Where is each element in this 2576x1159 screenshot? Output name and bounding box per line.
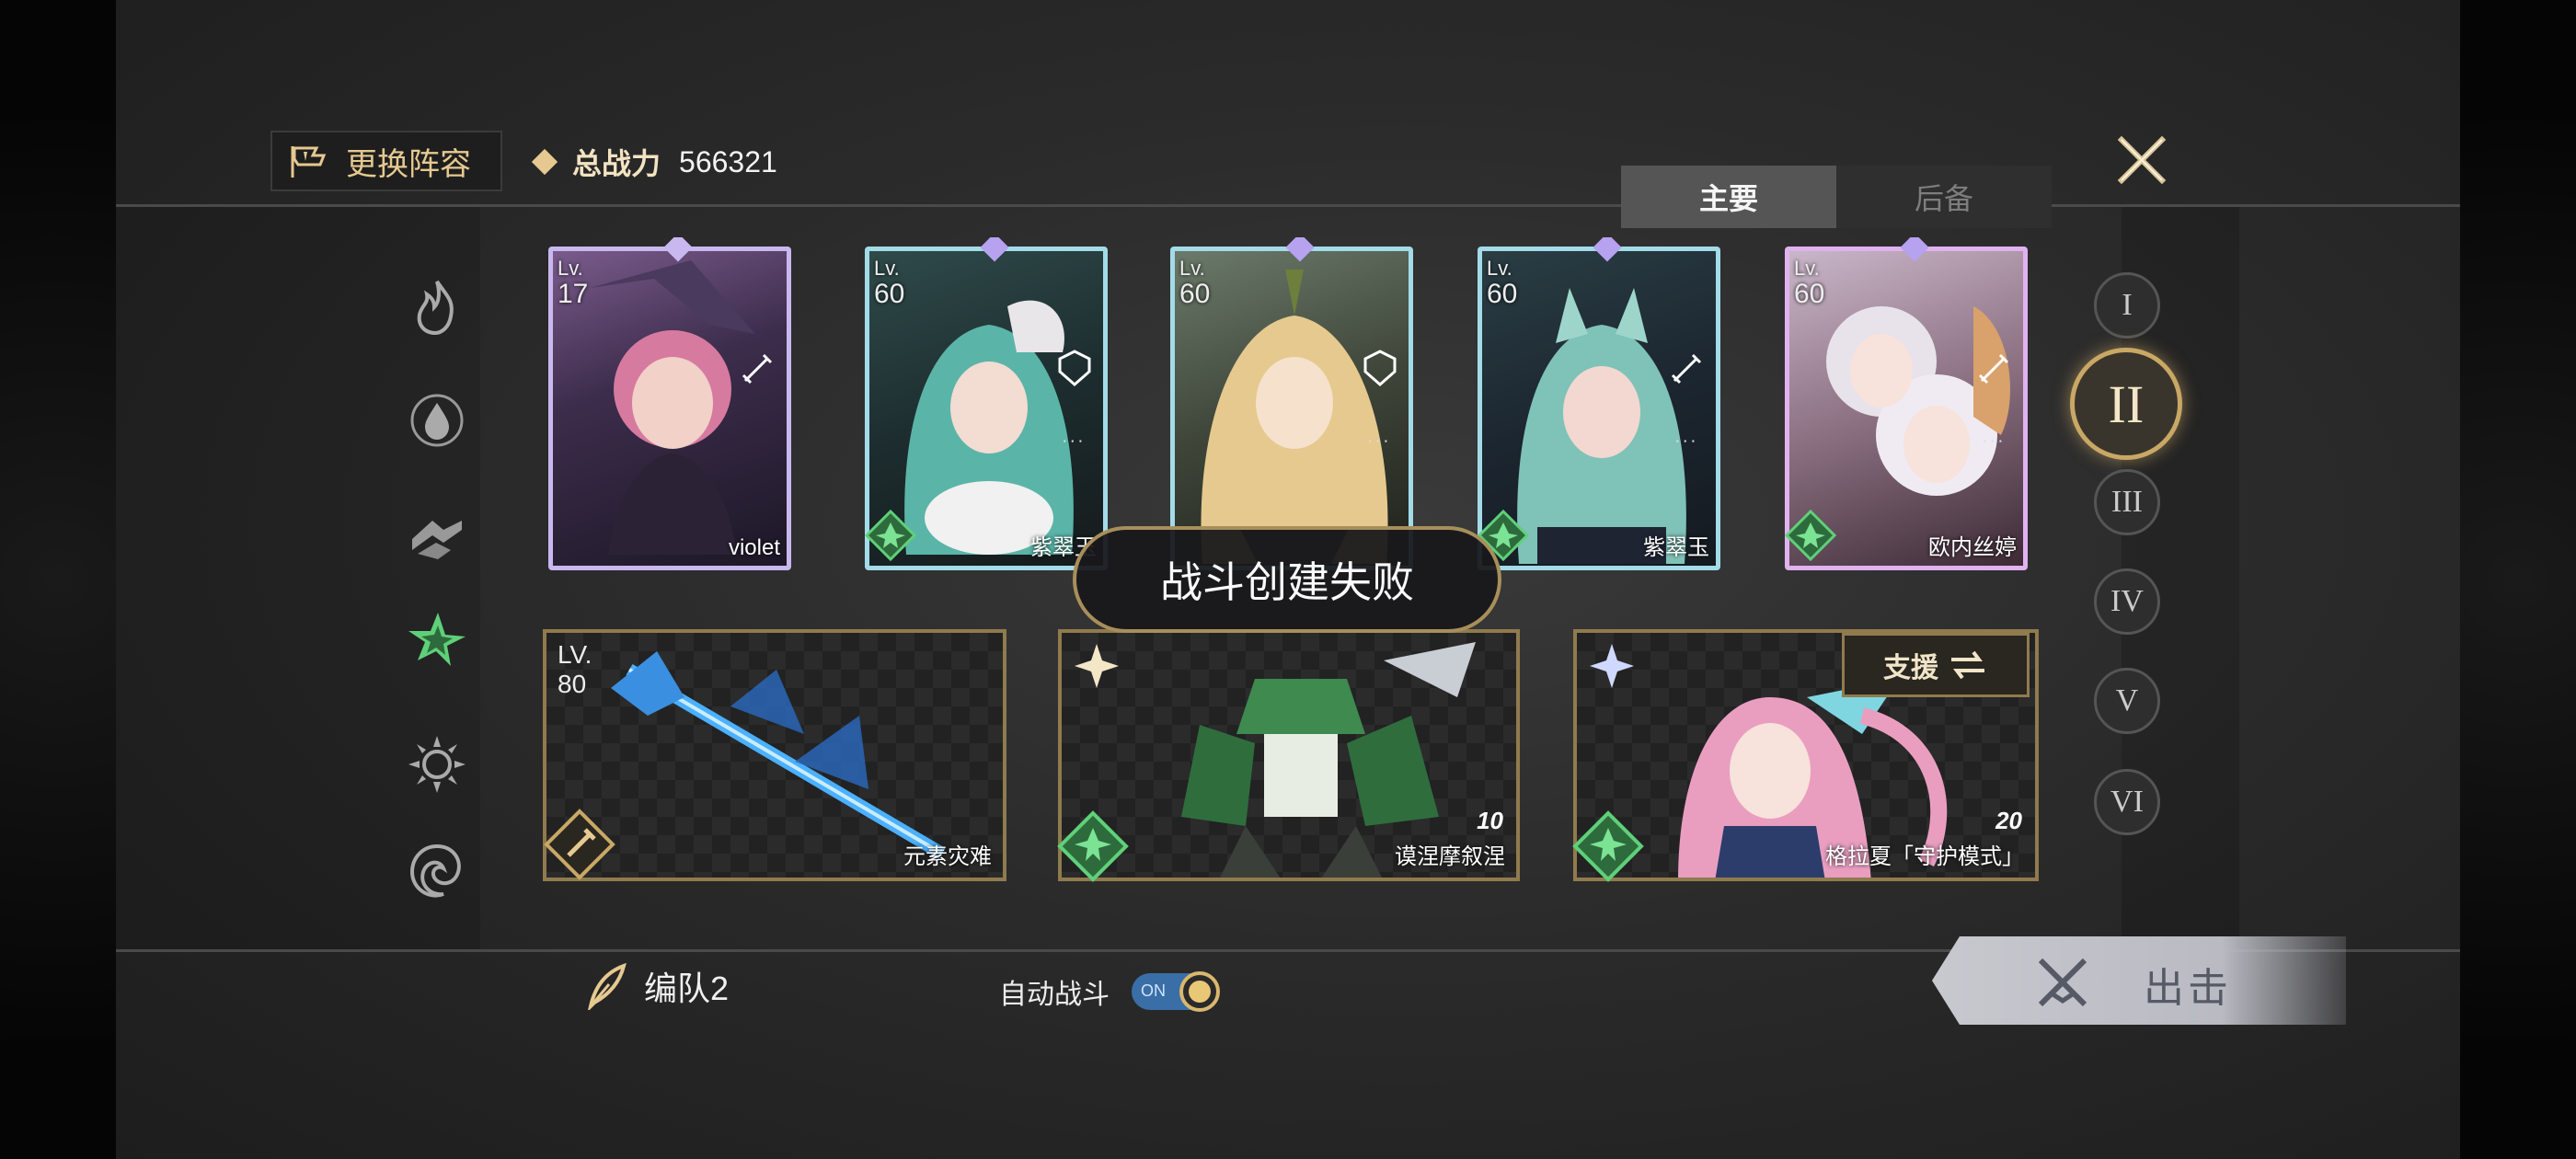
shield-icon (1058, 350, 1091, 386)
weapon-type-icon (544, 809, 615, 880)
level-value: 80 (558, 670, 587, 698)
crossed-swords-icon (2038, 958, 2087, 1007)
fire-icon (417, 280, 454, 336)
dark-icon (409, 843, 461, 898)
flag-icon (291, 146, 327, 178)
weapon-slot[interactable]: LV. 80 元素灾难 (537, 624, 1012, 887)
mech-name: 谟涅摩叙涅 (1395, 844, 1505, 869)
level-label: Lv. (558, 257, 583, 280)
sword-icon (1671, 353, 1702, 384)
wind-icon (1572, 810, 1644, 882)
change-team-label: 更换阵容 (346, 146, 471, 182)
toggle-state: ON (1141, 981, 1166, 1000)
diamond-icon (531, 148, 558, 176)
level-value: 60 (1794, 279, 1825, 309)
formation-tabs: 主要 后备 (1621, 166, 2052, 228)
quill-icon (588, 962, 627, 1010)
mech-slot[interactable]: 10 谟涅摩叙涅 (1052, 624, 1525, 887)
team-name-label: 编队2 (644, 970, 730, 1007)
character-card-1[interactable]: Lv. 17 violet (539, 237, 806, 580)
auto-battle: 自动战斗 ON (999, 971, 1220, 1012)
level-label: Lv. (1487, 257, 1512, 280)
tab-reserve[interactable]: 后备 (1836, 166, 2052, 228)
weapon-name: 元素灾难 (903, 844, 992, 869)
level-label: LV. (558, 640, 592, 669)
support-name: 格拉夏「守护模式」 (1825, 844, 2024, 869)
team-button-4[interactable]: IV (2094, 568, 2160, 635)
auto-battle-toggle[interactable]: ON (1132, 971, 1220, 1012)
character-card-2[interactable]: Lv. 60 ∙∙∙ 紫翠玉 (856, 237, 1122, 580)
wind-icon (864, 509, 917, 562)
character-level: Lv. 60 (1794, 256, 1825, 309)
wind-icon (1057, 810, 1129, 882)
element-dark[interactable] (405, 839, 469, 903)
character-level: Lv. 60 (1487, 256, 1518, 309)
element-water[interactable] (405, 388, 469, 453)
character-level: Lv. 60 (874, 256, 905, 309)
team-button-6[interactable]: VI (2094, 769, 2160, 835)
mech-count: 10 (1477, 807, 1503, 834)
light-icon (408, 736, 466, 793)
level-value: 17 (558, 279, 589, 309)
right-backdrop (2460, 0, 2576, 1159)
character-name: 欧内丝婷 (1928, 535, 2017, 560)
left-backdrop (0, 0, 116, 1159)
sword-icon (1978, 353, 2009, 384)
level-value: 60 (1179, 279, 1211, 309)
toast-message: 战斗创建失败 (1160, 558, 1414, 606)
toggle-knob (1179, 971, 1220, 1012)
star-icon (1590, 644, 1634, 688)
support-slot[interactable]: 支援 20 格拉夏「守护模式」 (1568, 624, 2044, 887)
team-button-5[interactable]: V (2094, 668, 2160, 734)
level-label: Lv. (874, 257, 900, 280)
weapon-level: LV. 80 (558, 640, 592, 699)
wind-icon (1784, 509, 1837, 562)
earth-icon (412, 521, 462, 559)
support-button[interactable]: 支援 (1842, 633, 2030, 697)
attack-button-bg (1932, 936, 2346, 1025)
auto-battle-label: 自动战斗 (999, 980, 1110, 1010)
wind-icon (408, 613, 466, 666)
character-card-5[interactable]: Lv. 60 ∙∙∙ 欧内丝婷 (1776, 237, 2042, 580)
water-icon (410, 394, 464, 447)
team-button-2[interactable]: II (2070, 348, 2182, 460)
team-button-1[interactable]: I (2094, 272, 2160, 339)
element-wind[interactable] (405, 607, 469, 671)
support-count: 20 (1995, 807, 2022, 834)
level-value: 60 (874, 279, 905, 309)
sword-icon (742, 353, 773, 384)
character-name: violet (728, 535, 780, 560)
character-card-4[interactable]: Lv. 60 ∙∙∙ 紫翠玉 (1468, 237, 1735, 580)
shield-icon (1363, 350, 1397, 386)
element-earth[interactable] (405, 502, 469, 567)
total-power-label: 总战力 (572, 147, 661, 180)
level-label: Lv. (1794, 257, 1820, 280)
change-team-button[interactable]: 更换阵容 (270, 131, 502, 191)
swap-icon (1951, 650, 1984, 680)
team-button-3[interactable]: III (2094, 469, 2160, 535)
total-power-value: 566321 (679, 144, 777, 178)
element-fire[interactable] (405, 274, 469, 339)
skill-dots: ∙∙∙ (1982, 430, 2006, 451)
attack-label: 出击 (2144, 966, 2232, 1011)
total-power: 总战力 566321 (531, 140, 777, 184)
level-label: Lv. (1179, 257, 1205, 280)
skill-dots: ∙∙∙ (1674, 430, 1698, 451)
close-icon[interactable] (2112, 131, 2171, 189)
attack-button[interactable]: 出击 (1932, 936, 2346, 1025)
character-level: Lv. 60 (1179, 256, 1211, 309)
character-name: 紫翠玉 (1643, 535, 1709, 560)
tab-main[interactable]: 主要 (1621, 166, 1836, 228)
level-value: 60 (1487, 279, 1518, 309)
skill-dots: ∙∙∙ (1062, 430, 1086, 451)
element-light[interactable] (405, 732, 469, 797)
support-label: 支援 (1883, 653, 1938, 683)
team-name[interactable]: 编队2 (585, 962, 729, 1010)
character-level: Lv. 17 (558, 256, 589, 309)
error-toast: 战斗创建失败 (1073, 526, 1501, 633)
star-icon (1075, 644, 1119, 688)
skill-dots: ∙∙∙ (1367, 430, 1391, 451)
